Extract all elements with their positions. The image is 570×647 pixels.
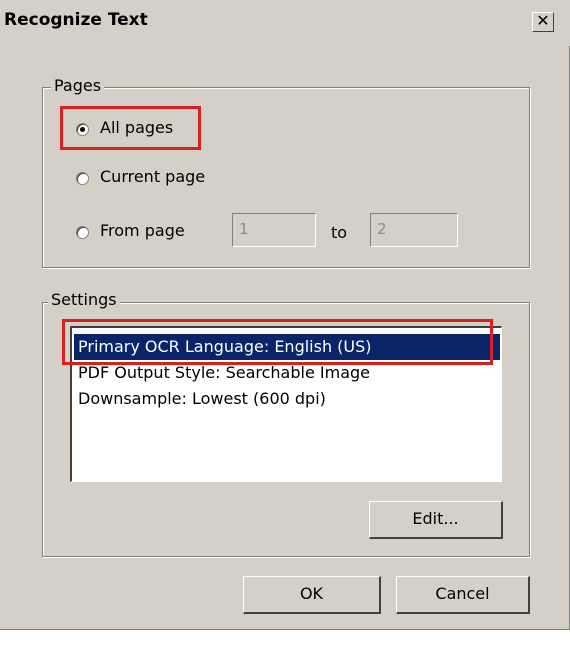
close-icon: ✕ [536, 11, 550, 30]
from-page-label: From page [100, 221, 185, 240]
radio-current-page[interactable]: Current page [76, 167, 236, 191]
to-page-input[interactable]: 2 [370, 213, 458, 247]
radio-from-page[interactable]: From page [76, 221, 216, 245]
close-button[interactable]: ✕ [532, 12, 554, 32]
dialog-title: Recognize Text [4, 10, 148, 30]
list-item-downsample[interactable]: Downsample: Lowest (600 dpi) [74, 386, 326, 412]
ok-button[interactable]: OK [243, 576, 381, 614]
title-bar: Recognize Text ✕ [0, 0, 570, 46]
all-pages-highlight [60, 106, 201, 150]
edit-button[interactable]: Edit... [369, 501, 503, 539]
from-page-input[interactable]: 1 [232, 213, 316, 247]
settings-group-label: Settings [48, 290, 120, 309]
recognize-text-dialog: Recognize Text ✕ Pages All pages Current… [0, 0, 570, 630]
ocr-language-highlight [62, 319, 493, 365]
cancel-button[interactable]: Cancel [396, 576, 530, 614]
to-label: to [331, 223, 348, 242]
radio-button-unchecked[interactable] [76, 226, 89, 239]
radio-button-unchecked[interactable] [76, 172, 89, 185]
pages-group-label: Pages [51, 76, 105, 95]
current-page-label: Current page [100, 167, 206, 186]
